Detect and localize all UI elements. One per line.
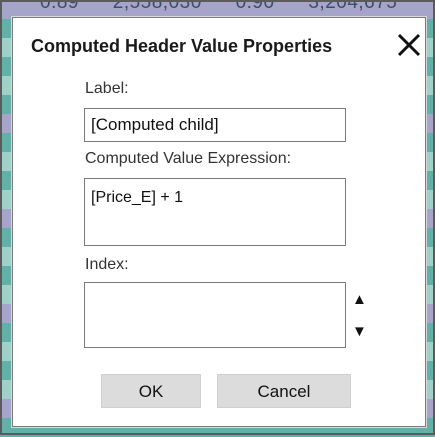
close-icon: [397, 33, 421, 57]
label-caption: Label:: [85, 80, 129, 97]
index-caption: Index:: [85, 256, 129, 273]
background-value: 0.90: [235, 0, 275, 13]
increment-arrow-icon[interactable]: ▲: [352, 292, 367, 307]
cancel-button[interactable]: Cancel: [217, 374, 351, 408]
computed-header-dialog: Computed Header Value Properties Label: …: [12, 17, 426, 427]
expression-caption: Computed Value Expression:: [85, 150, 292, 167]
background-value: 3,204,675: [308, 0, 398, 13]
ok-button[interactable]: OK: [101, 374, 201, 408]
dialog-title: Computed Header Value Properties: [31, 36, 333, 56]
close-button[interactable]: [396, 32, 422, 58]
background-value: 2,558,030: [112, 0, 202, 13]
background-values: 0.89 2,558,030 0.90 3,204,675: [40, 0, 435, 13]
expression-input[interactable]: [Price_E] + 1: [84, 178, 346, 246]
index-input[interactable]: [84, 282, 346, 348]
label-input[interactable]: [Computed child]: [84, 108, 346, 142]
background-value: 0.89: [40, 0, 79, 13]
decrement-arrow-icon[interactable]: ▼: [352, 324, 367, 339]
